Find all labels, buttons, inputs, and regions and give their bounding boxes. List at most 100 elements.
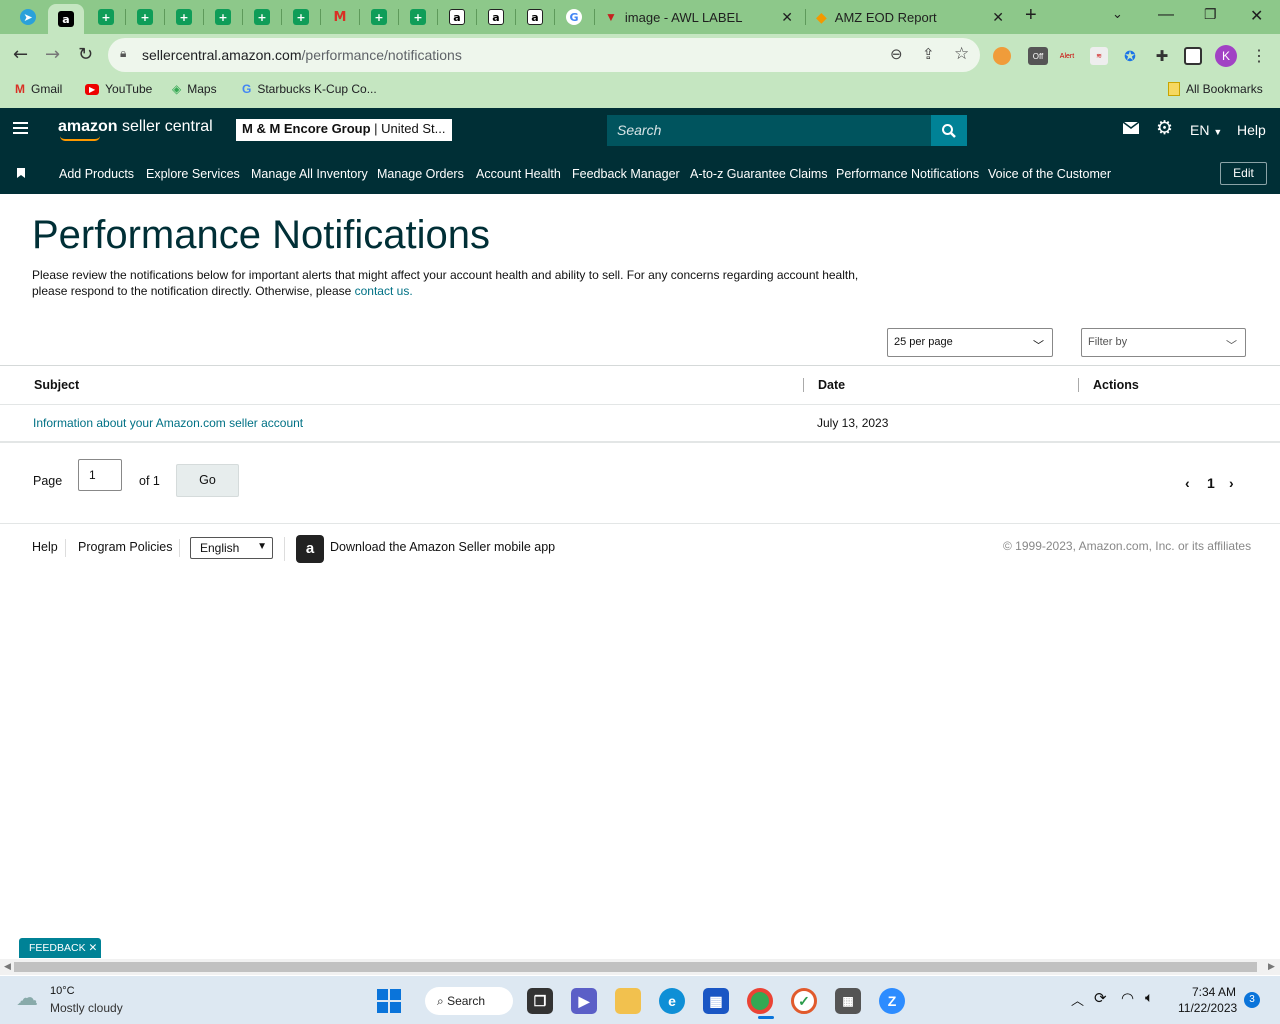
- minimize-button[interactable]: —: [1158, 6, 1174, 24]
- footer-help-link[interactable]: Help: [32, 540, 58, 554]
- browser-menu-icon[interactable]: ⋮: [1250, 47, 1268, 65]
- go-button[interactable]: Go: [176, 464, 239, 497]
- account-switcher[interactable]: M & M Encore Group | United St...: [236, 119, 452, 141]
- teams-icon[interactable]: ▶: [571, 988, 597, 1014]
- forward-button[interactable]: →: [45, 44, 60, 65]
- contact-us-link[interactable]: contact us.: [355, 284, 413, 298]
- tab-amazon-2[interactable]: a: [439, 4, 475, 30]
- extensions-puzzle-icon[interactable]: ✚: [1153, 47, 1171, 65]
- language-selector[interactable]: EN ▼: [1190, 122, 1222, 138]
- todo-icon[interactable]: ✓: [791, 988, 817, 1014]
- edge-icon[interactable]: e: [659, 988, 685, 1014]
- nav-manage-orders[interactable]: Manage Orders: [377, 167, 464, 181]
- extension-keepa-icon[interactable]: ≋: [1090, 47, 1108, 65]
- close-icon[interactable]: ✕: [89, 942, 98, 954]
- store-icon[interactable]: ▦: [703, 988, 729, 1014]
- tray-chevron-icon[interactable]: ︿: [1071, 990, 1084, 1009]
- hamburger-menu-icon[interactable]: [13, 122, 28, 134]
- share-icon[interactable]: ⇪: [922, 45, 935, 63]
- clock-time[interactable]: 7:34 AM: [1192, 985, 1236, 999]
- tab-sheets-7[interactable]: +: [361, 4, 397, 30]
- bookmark-youtube[interactable]: ▶ YouTube: [85, 82, 152, 96]
- tab-sheets-4[interactable]: +: [205, 4, 241, 30]
- tab-amz-eod-report[interactable]: ◆ AMZ EOD Report ✕: [808, 4, 1014, 30]
- current-page-number[interactable]: 1: [1207, 475, 1215, 491]
- nav-explore-services[interactable]: Explore Services: [146, 167, 240, 181]
- footer-program-policies-link[interactable]: Program Policies: [78, 540, 172, 554]
- search-button[interactable]: [931, 115, 967, 146]
- wifi-icon[interactable]: ◠: [1121, 989, 1134, 1007]
- reload-button[interactable]: ↻: [78, 44, 93, 65]
- nav-voice-of-customer[interactable]: Voice of the Customer: [988, 167, 1111, 181]
- column-header-subject[interactable]: Subject: [34, 378, 79, 392]
- volume-icon[interactable]: 🔈︎: [1145, 989, 1153, 1006]
- weather-cloud-icon[interactable]: ☁: [16, 985, 38, 1011]
- bookmark-maps[interactable]: ◈ Maps: [172, 82, 217, 96]
- tab-sheets-6[interactable]: +: [283, 4, 319, 30]
- close-tab-icon[interactable]: ✕: [992, 9, 1004, 26]
- filter-by-select[interactable]: Filter by ﹀: [1081, 328, 1246, 357]
- restore-button[interactable]: ❐: [1204, 6, 1217, 23]
- seller-app-icon[interactable]: a: [296, 535, 324, 563]
- zoom-icon[interactable]: ⊖: [890, 45, 903, 63]
- mail-icon[interactable]: [1122, 121, 1140, 134]
- close-window-button[interactable]: ✕: [1250, 6, 1263, 26]
- extension-orange-icon[interactable]: [993, 47, 1011, 65]
- file-explorer-icon[interactable]: [615, 988, 641, 1014]
- notification-subject-link[interactable]: Information about your Amazon.com seller…: [33, 416, 303, 430]
- all-bookmarks[interactable]: All Bookmarks: [1168, 82, 1263, 96]
- per-page-select[interactable]: 25 per page ﹀: [887, 328, 1053, 357]
- address-bar[interactable]: 🔒︎ sellercentral.amazon.com/performance/…: [108, 38, 980, 72]
- seller-central-logo[interactable]: amazon seller central: [58, 118, 213, 141]
- extension-blue-icon[interactable]: ✪: [1121, 47, 1139, 65]
- nav-feedback-manager[interactable]: Feedback Manager: [572, 167, 680, 181]
- nav-manage-all-inventory[interactable]: Manage All Inventory: [251, 167, 368, 181]
- scroll-left-icon[interactable]: ◀: [4, 961, 11, 972]
- scrollbar-thumb[interactable]: [14, 962, 1257, 972]
- column-header-date[interactable]: Date: [818, 378, 845, 392]
- tab-sheets-8[interactable]: +: [400, 4, 436, 30]
- scroll-right-icon[interactable]: ▶: [1268, 961, 1275, 972]
- tab-sheets-5[interactable]: +: [244, 4, 280, 30]
- bookmark-icon[interactable]: [17, 168, 25, 178]
- tab-telegram[interactable]: ➤: [10, 4, 46, 30]
- tab-amazon-3[interactable]: a: [478, 4, 514, 30]
- profile-avatar[interactable]: K: [1215, 45, 1237, 67]
- tab-google[interactable]: G: [556, 4, 592, 30]
- footer-language-select[interactable]: English ▼: [190, 537, 273, 559]
- new-tab-button[interactable]: +: [1025, 4, 1037, 27]
- tab-awl-label[interactable]: ▼ image - AWL LABEL ✕: [597, 4, 803, 30]
- windows-start-icon[interactable]: [377, 989, 401, 1013]
- bookmark-star-icon[interactable]: ☆: [954, 44, 969, 64]
- bookmark-starbucks[interactable]: G Starbucks K-Cup Co...: [242, 82, 377, 96]
- feedback-tab[interactable]: FEEDBACK ✕: [19, 938, 101, 958]
- settings-gear-icon[interactable]: ⚙: [1156, 117, 1173, 139]
- bookmark-gmail[interactable]: M Gmail: [15, 82, 62, 96]
- back-button[interactable]: ←: [13, 44, 28, 65]
- previous-page-icon[interactable]: ‹: [1185, 475, 1190, 491]
- side-panel-icon[interactable]: [1184, 47, 1202, 65]
- zoom-app-icon[interactable]: Z: [879, 988, 905, 1014]
- tab-search-chevron-icon[interactable]: ⌄: [1112, 6, 1123, 22]
- nav-account-health[interactable]: Account Health: [476, 167, 561, 181]
- download-app-link[interactable]: Download the Amazon Seller mobile app: [330, 540, 555, 554]
- task-view-icon[interactable]: ❐: [527, 988, 553, 1014]
- search-input[interactable]: Search: [607, 115, 931, 146]
- page-number-input[interactable]: 1: [78, 459, 122, 491]
- tab-amazon-4[interactable]: a: [517, 4, 553, 30]
- help-link[interactable]: Help: [1237, 122, 1266, 138]
- clock-date[interactable]: 11/22/2023: [1178, 1001, 1237, 1015]
- extension-off-icon[interactable]: Off: [1028, 47, 1048, 65]
- tab-sheets-3[interactable]: +: [166, 4, 202, 30]
- nav-performance-notifications[interactable]: Performance Notifications: [836, 167, 979, 181]
- edit-nav-button[interactable]: Edit: [1220, 162, 1267, 185]
- chrome-icon[interactable]: [747, 988, 773, 1014]
- calculator-icon[interactable]: ▦: [835, 988, 861, 1014]
- nav-add-products[interactable]: Add Products: [59, 167, 134, 181]
- tab-gmail[interactable]: M: [322, 4, 358, 30]
- notification-badge[interactable]: 3: [1244, 992, 1260, 1008]
- sync-icon[interactable]: ⟳: [1094, 989, 1107, 1007]
- tab-amazon-active[interactable]: a: [48, 4, 84, 34]
- tab-sheets-1[interactable]: +: [88, 4, 124, 30]
- horizontal-scrollbar[interactable]: ◀ ▶: [0, 959, 1280, 975]
